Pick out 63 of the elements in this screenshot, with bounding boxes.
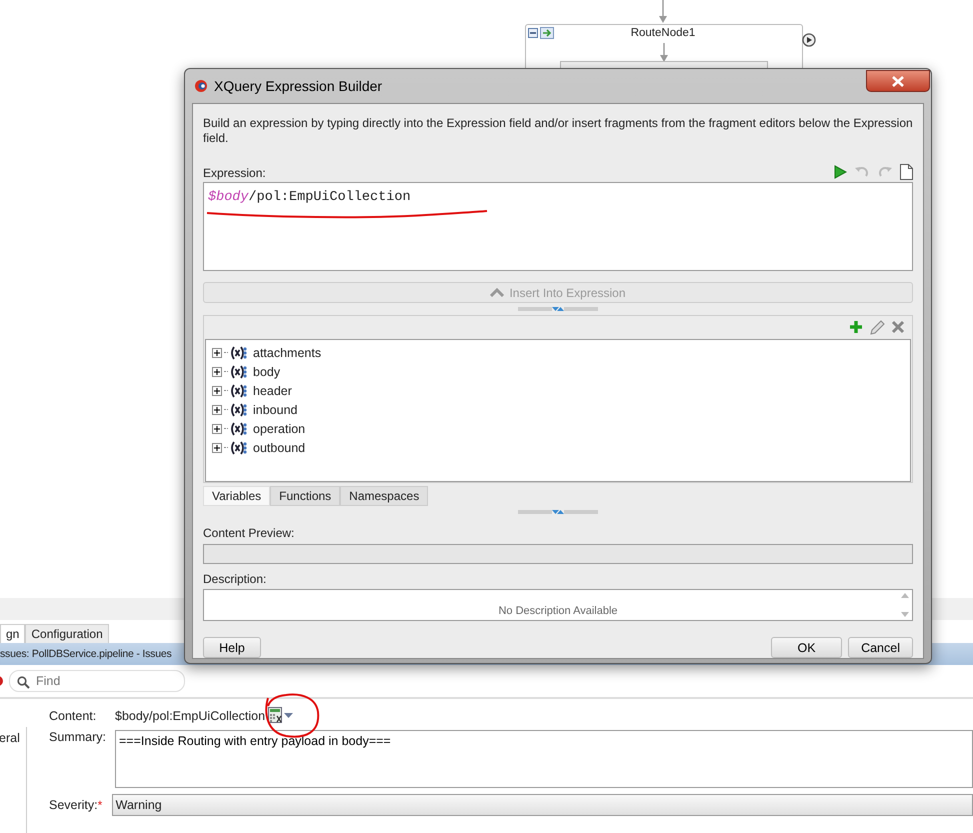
description-text: No Description Available (498, 605, 618, 617)
variable-icon (230, 384, 248, 398)
ok-button[interactable]: OK (771, 637, 842, 658)
variable-icon (230, 422, 248, 436)
expression-text: $body/pol:EmpUiCollection (208, 190, 411, 205)
expression-label: Expression: (203, 166, 266, 180)
run-icon[interactable] (833, 165, 847, 179)
field-label: Content: (49, 708, 98, 722)
route-icon (540, 27, 554, 39)
close-button[interactable] (866, 70, 930, 92)
expand-icon[interactable] (212, 442, 222, 452)
expression-field[interactable]: $body/pol:EmpUiCollection (203, 182, 913, 271)
panel-tab[interactable]: Namespaces (340, 486, 428, 506)
splitter-handle[interactable] (518, 509, 598, 515)
field-label: Severity: (49, 798, 98, 812)
variable-icon (230, 346, 248, 360)
route-node-title: RouteNode1 (630, 27, 696, 39)
close-icon (892, 76, 904, 86)
cancel-button[interactable]: Cancel (848, 637, 913, 658)
expand-icon[interactable] (212, 424, 222, 434)
description-label: Description: (203, 572, 268, 586)
dropdown-caret-icon[interactable] (284, 712, 294, 718)
editor-tab[interactable]: gn (0, 624, 26, 643)
panel-tab[interactable]: Variables (203, 486, 270, 506)
expand-icon[interactable] (212, 386, 222, 396)
issues-title: ssues: PollDBService.pipeline - Issues (0, 648, 172, 660)
calculator-icon[interactable] (268, 707, 284, 724)
severity-select[interactable]: Warning (112, 794, 973, 816)
content-preview-label: Content Preview: (203, 526, 296, 540)
app-logo-icon (194, 79, 208, 93)
variable-item[interactable]: body (253, 364, 280, 378)
help-button[interactable]: Help (203, 637, 261, 658)
collapse-icon[interactable] (528, 28, 538, 38)
search-icon (17, 676, 30, 689)
flow-arrow (659, 43, 669, 63)
dialog-intro: Build an expression by typing directly into the Expression field and/or insert fragments from the fragment editors below the Expression field. (203, 116, 913, 146)
dialog-title: XQuery Expression Builder (214, 78, 382, 94)
summary-field[interactable]: ===Inside Routing with entry payload in body=== (115, 730, 973, 788)
splitter-handle[interactable] (518, 306, 598, 312)
flow-arrow (658, 0, 668, 24)
delete-icon[interactable] (891, 320, 905, 334)
variable-icon (230, 364, 248, 378)
play-icon[interactable] (802, 33, 816, 47)
content-value: $body/pol:EmpUiCollection (115, 708, 266, 722)
variable-item[interactable]: outbound (253, 440, 306, 454)
find-field[interactable]: Find (9, 670, 185, 692)
variable-icon (230, 402, 248, 416)
variable-icon (230, 440, 248, 454)
add-icon[interactable] (849, 320, 863, 334)
required-marker: * (98, 798, 104, 812)
variable-item[interactable]: operation (253, 422, 306, 436)
panel-tab[interactable]: Functions (270, 486, 340, 506)
field-label: Summary: (49, 730, 107, 744)
expand-icon[interactable] (212, 366, 222, 376)
editor-tab[interactable]: Configuration (25, 624, 109, 643)
variable-item[interactable]: attachments (253, 346, 322, 360)
chevron-up-icon (490, 288, 504, 297)
variable-item[interactable]: header (253, 384, 292, 398)
pencil-icon[interactable] (869, 320, 885, 336)
expand-icon[interactable] (212, 404, 222, 414)
variable-item[interactable]: inbound (253, 402, 298, 416)
new-document-icon[interactable] (900, 164, 913, 180)
expand-icon[interactable] (212, 348, 222, 358)
